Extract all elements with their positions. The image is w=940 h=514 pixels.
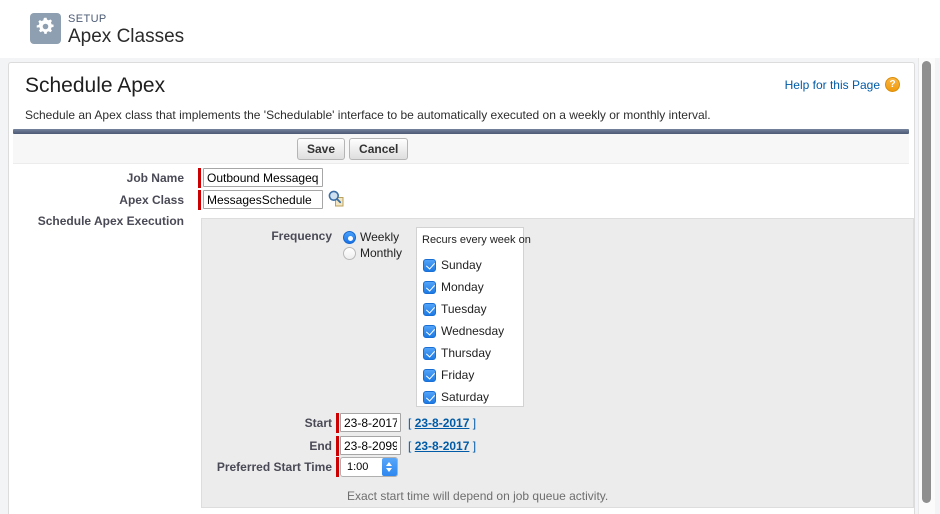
day-row-sunday: Sunday [423, 258, 523, 272]
weekly-radio-label: Weekly [360, 230, 399, 244]
day-row-friday: Friday [423, 368, 523, 382]
gear-icon [35, 16, 56, 42]
frequency-option-monthly[interactable]: Monthly [343, 246, 402, 260]
weekly-recurrence-box: Recurs every week on Sunday Monday Tuesd… [416, 227, 524, 407]
start-date-link[interactable]: 23-8-2017 [415, 416, 470, 430]
day-label: Thursday [441, 346, 491, 360]
day-label: Tuesday [441, 302, 487, 316]
checkbox-checked-icon[interactable] [423, 259, 436, 272]
checkbox-checked-icon[interactable] [423, 325, 436, 338]
end-required-bar [336, 436, 339, 456]
bracket-open: [ [408, 416, 411, 430]
cancel-button[interactable]: Cancel [349, 138, 408, 160]
day-label: Friday [441, 368, 474, 382]
preferred-start-time-required-bar [336, 457, 339, 477]
bracket-close: ] [473, 416, 476, 430]
vertical-scrollbar-thumb[interactable] [922, 61, 931, 503]
content-card: Schedule Apex Help for this Page ? Sched… [8, 62, 915, 514]
save-button[interactable]: Save [297, 138, 345, 160]
day-label: Wednesday [441, 324, 504, 338]
help-for-this-page[interactable]: Help for this Page ? [785, 77, 900, 92]
checkbox-checked-icon[interactable] [423, 281, 436, 294]
queue-activity-note: Exact start time will depend on job queu… [347, 489, 608, 503]
selected-time-value: 1:00 [341, 461, 382, 473]
start-today-link: [ 23-8-2017 ] [408, 416, 476, 430]
toolbar: Save Cancel [13, 134, 909, 164]
checkbox-checked-icon[interactable] [423, 369, 436, 382]
end-date-link[interactable]: 23-8-2017 [415, 439, 470, 453]
job-name-input[interactable] [203, 168, 323, 187]
page-description: Schedule an Apex class that implements t… [25, 108, 711, 122]
monthly-radio-label: Monthly [360, 246, 402, 260]
execution-panel: Frequency Weekly Monthly Recurs every we… [201, 218, 914, 508]
job-name-required-bar [198, 168, 201, 188]
apex-class-lookup-button[interactable] [326, 189, 346, 209]
start-label: Start [202, 416, 332, 430]
apex-class-label: Apex Class [9, 193, 184, 207]
start-date-input[interactable] [340, 413, 401, 432]
setup-object-title: Apex Classes [68, 26, 184, 48]
execution-section-label: Schedule Apex Execution [9, 214, 184, 228]
day-row-wednesday: Wednesday [423, 324, 523, 338]
select-stepper-icon [382, 458, 397, 476]
help-link[interactable]: Help for this Page [785, 78, 880, 92]
preferred-start-time-select[interactable]: 1:00 [340, 457, 398, 477]
radio-unselected-icon[interactable] [343, 247, 356, 260]
checkbox-checked-icon[interactable] [423, 347, 436, 360]
bracket-open: [ [408, 439, 411, 453]
setup-header: SETUP Apex Classes [0, 0, 940, 58]
setup-icon-tile [30, 13, 61, 44]
day-row-saturday: Saturday [423, 390, 523, 404]
end-date-input[interactable] [340, 436, 401, 455]
help-question-icon[interactable]: ? [885, 77, 900, 92]
schedule-apex-page: SETUP Apex Classes Schedule Apex Help fo… [0, 0, 940, 514]
apex-class-required-bar [198, 190, 201, 210]
day-label: Saturday [441, 390, 489, 404]
frequency-option-weekly[interactable]: Weekly [343, 230, 399, 244]
end-label: End [202, 439, 332, 453]
day-row-tuesday: Tuesday [423, 302, 523, 316]
day-row-monday: Monday [423, 280, 523, 294]
end-today-link: [ 23-8-2017 ] [408, 439, 476, 453]
recurs-title: Recurs every week on [422, 234, 523, 246]
setup-eyebrow: SETUP [68, 13, 107, 25]
page-title: Schedule Apex [25, 74, 165, 98]
preferred-start-time-label: Preferred Start Time [202, 460, 332, 474]
checkbox-checked-icon[interactable] [423, 303, 436, 316]
radio-selected-icon[interactable] [343, 231, 356, 244]
day-label: Monday [441, 280, 484, 294]
day-row-thursday: Thursday [423, 346, 523, 360]
frequency-label: Frequency [202, 229, 332, 243]
magnifier-icon [327, 195, 345, 210]
job-name-label: Job Name [9, 171, 184, 185]
day-label: Sunday [441, 258, 482, 272]
start-required-bar [336, 413, 339, 433]
checkbox-checked-icon[interactable] [423, 391, 436, 404]
apex-class-input[interactable] [203, 190, 323, 209]
bracket-close: ] [473, 439, 476, 453]
vertical-scrollbar-track[interactable] [918, 58, 935, 514]
